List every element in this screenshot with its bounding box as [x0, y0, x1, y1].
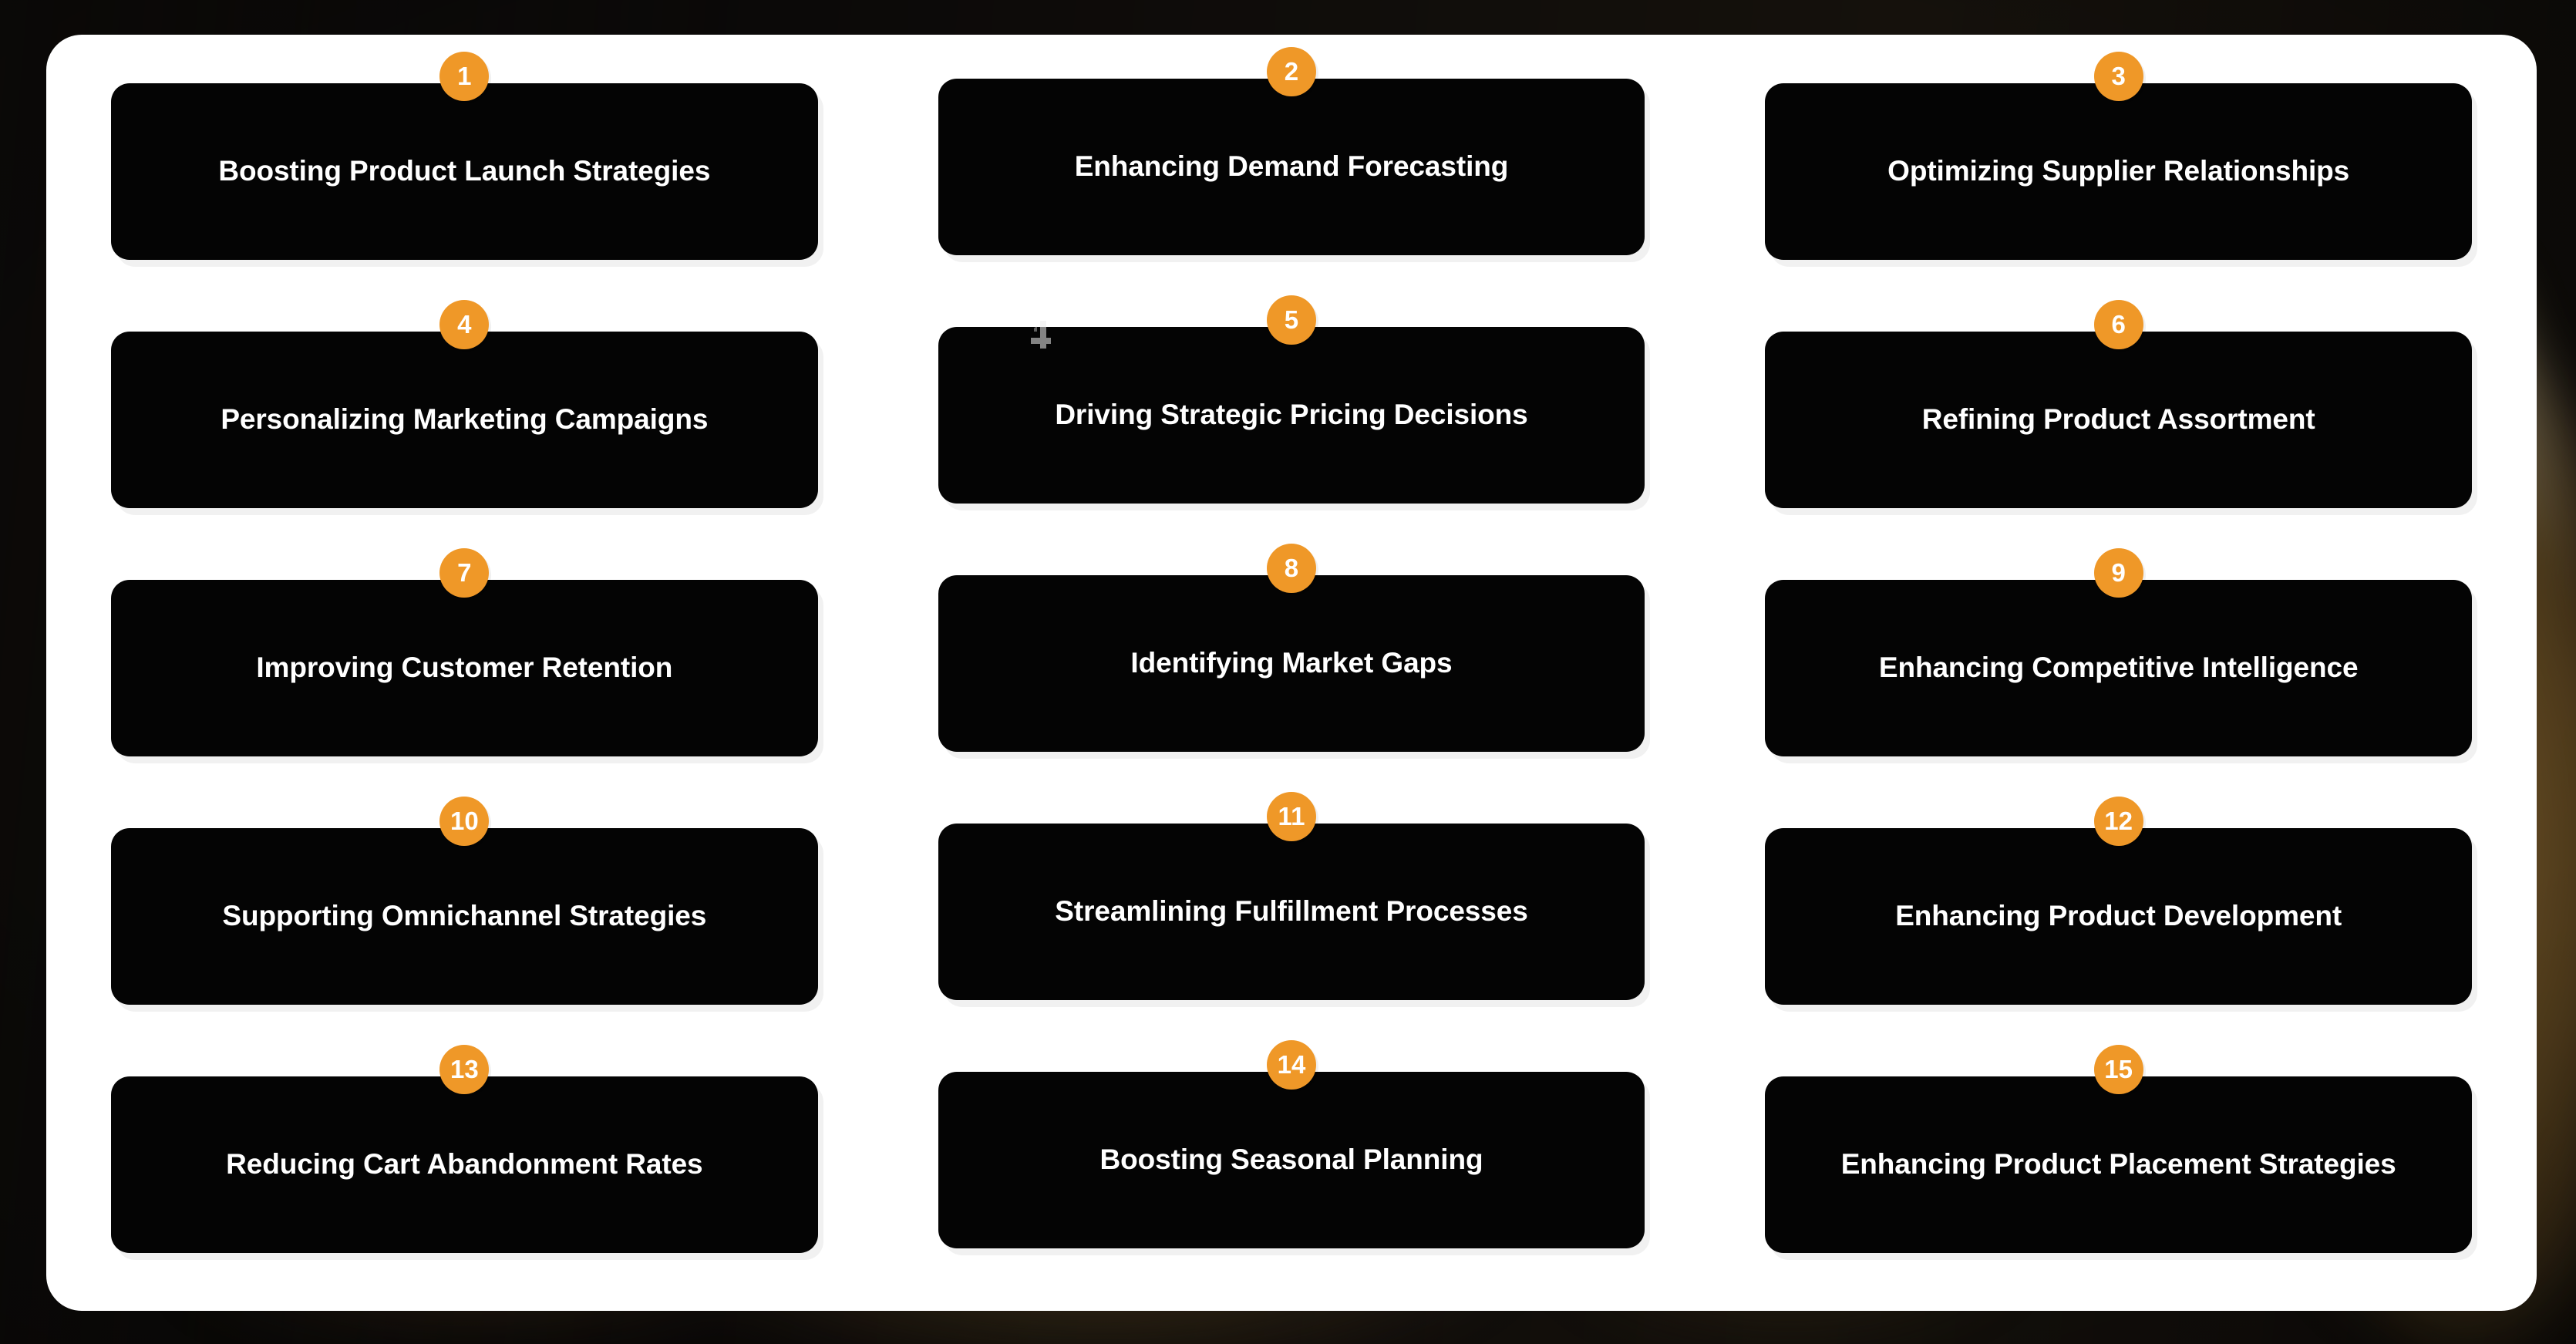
- card-title: Reducing Cart Abandonment Rates: [226, 1148, 703, 1181]
- info-card[interactable]: 14 Boosting Seasonal Planning: [938, 1040, 1645, 1248]
- card-number-badge: 13: [439, 1045, 490, 1094]
- info-card[interactable]: 13 Reducing Cart Abandonment Rates: [111, 1045, 818, 1253]
- info-card[interactable]: 1 Boosting Product Launch Strategies: [111, 52, 818, 260]
- card-number-badge: 14: [1266, 1040, 1316, 1090]
- info-card[interactable]: 10 Supporting Omnichannel Strategies: [111, 797, 818, 1005]
- card-number-badge: 8: [1266, 544, 1316, 593]
- card-cell: 14 Boosting Seasonal Planning: [938, 1040, 1645, 1293]
- card-title: Boosting Product Launch Strategies: [218, 155, 711, 187]
- info-card[interactable]: 3 Optimizing Supplier Relationships: [1765, 52, 2472, 260]
- card-title: Personalizing Marketing Campaigns: [221, 403, 709, 436]
- card-number-badge: 7: [439, 548, 490, 598]
- card-title: Supporting Omnichannel Strategies: [222, 900, 707, 932]
- card-number-badge: 9: [2093, 548, 2143, 598]
- info-card[interactable]: 12 Enhancing Product Development: [1765, 797, 2472, 1005]
- card-number-badge: 12: [2093, 797, 2143, 846]
- info-card[interactable]: 6 Refining Product Assortment: [1765, 300, 2472, 508]
- card-cell: 12 Enhancing Product Development: [1765, 797, 2472, 1045]
- card-number-badge: 4: [439, 300, 490, 349]
- card-cell: 15 Enhancing Product Placement Strategies: [1765, 1045, 2472, 1293]
- info-card[interactable]: 11 Streamlining Fulfillment Processes: [938, 792, 1645, 1000]
- card-title: Enhancing Product Placement Strategies: [1840, 1148, 2396, 1181]
- info-card[interactable]: 2 Enhancing Demand Forecasting: [938, 47, 1645, 255]
- card-cell: 10 Supporting Omnichannel Strategies: [111, 797, 818, 1045]
- info-card[interactable]: 4 Personalizing Marketing Campaigns: [111, 300, 818, 508]
- card-grid: 1 Boosting Product Launch Strategies 2 Enha…: [111, 47, 2472, 1293]
- card-cell: 1 Boosting Product Launch Strategies: [111, 52, 818, 300]
- card-cell: 2 Enhancing Demand Forecasting: [938, 47, 1645, 300]
- card-cell: 5 Driving Strategic Pricing Decisions: [938, 295, 1645, 548]
- card-number-badge: 5: [1266, 295, 1316, 345]
- info-card[interactable]: 15 Enhancing Product Placement Strategies: [1765, 1045, 2472, 1253]
- card-cell: 9 Enhancing Competitive Intelligence: [1765, 548, 2472, 797]
- info-card[interactable]: 5 Driving Strategic Pricing Decisions: [938, 295, 1645, 504]
- info-card[interactable]: 9 Enhancing Competitive Intelligence: [1765, 548, 2472, 756]
- card-number-badge: 6: [2093, 300, 2143, 349]
- card-cell: 6 Refining Product Assortment: [1765, 300, 2472, 548]
- content-panel: 1 Boosting Product Launch Strategies 2 Enha…: [46, 35, 2537, 1311]
- info-card[interactable]: 7 Improving Customer Retention: [111, 548, 818, 756]
- card-title: Boosting Seasonal Planning: [1099, 1144, 1483, 1176]
- card-cell: 8 Identifying Market Gaps: [938, 544, 1645, 797]
- card-title: Optimizing Supplier Relationships: [1887, 155, 2350, 187]
- card-title: Enhancing Competitive Intelligence: [1878, 652, 2359, 684]
- card-number-badge: 2: [1266, 47, 1316, 96]
- card-title: Enhancing Demand Forecasting: [1074, 150, 1509, 183]
- card-title: Enhancing Product Development: [1895, 900, 2342, 932]
- card-number-badge: 10: [439, 797, 490, 846]
- card-number-badge: 15: [2093, 1045, 2143, 1094]
- card-cell: 11 Streamlining Fulfillment Processes: [938, 792, 1645, 1045]
- card-number-badge: 11: [1266, 792, 1316, 841]
- card-number-badge: 3: [2093, 52, 2143, 101]
- card-cell: 4 Personalizing Marketing Campaigns: [111, 300, 818, 548]
- card-title: Streamlining Fulfillment Processes: [1055, 895, 1528, 928]
- card-title: Improving Customer Retention: [256, 652, 673, 684]
- card-title: Driving Strategic Pricing Decisions: [1055, 399, 1528, 431]
- info-card[interactable]: 8 Identifying Market Gaps: [938, 544, 1645, 752]
- card-cell: 3 Optimizing Supplier Relationships: [1765, 52, 2472, 300]
- card-title: Identifying Market Gaps: [1130, 647, 1453, 679]
- card-cell: 13 Reducing Cart Abandonment Rates: [111, 1045, 818, 1293]
- card-number-badge: 1: [439, 52, 490, 101]
- card-cell: 7 Improving Customer Retention: [111, 548, 818, 797]
- card-title: Refining Product Assortment: [1921, 403, 2315, 436]
